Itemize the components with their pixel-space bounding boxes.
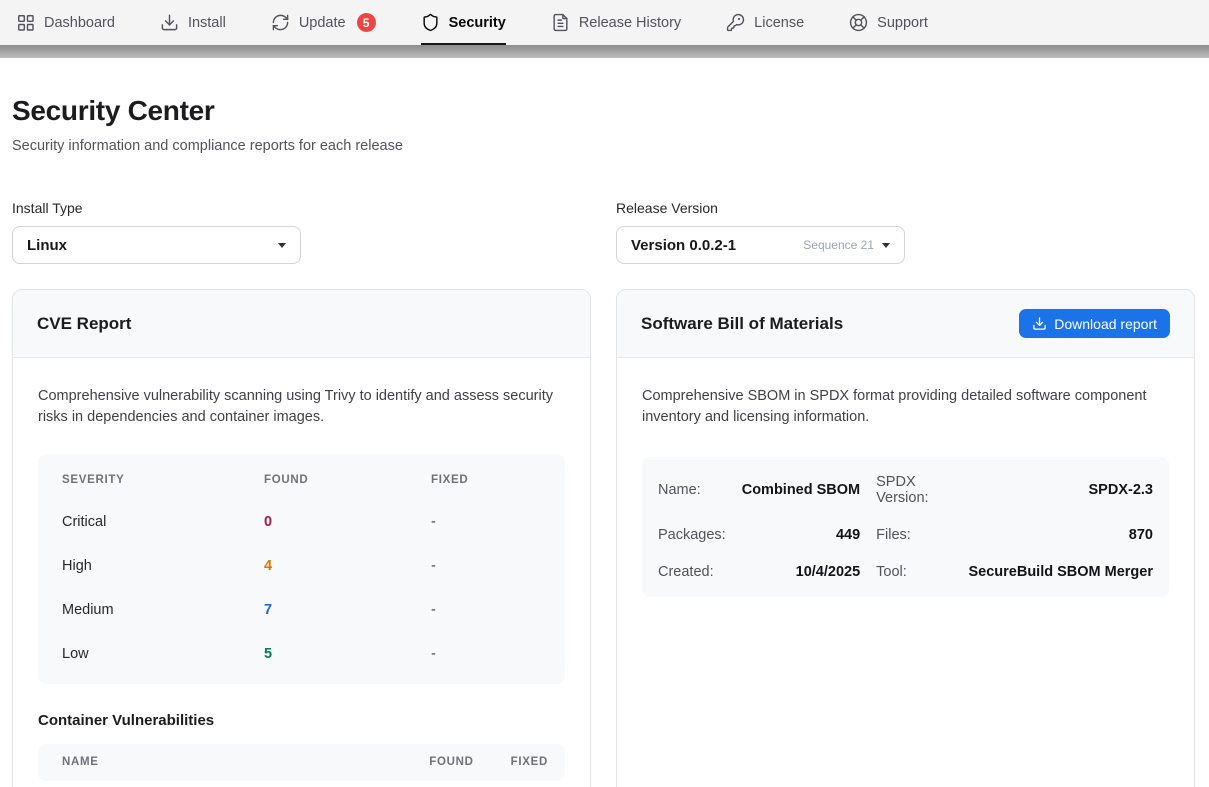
download-report-button[interactable]: Download report [1019,309,1170,338]
sbom-detail-value: SecureBuild SBOM Merger [968,564,1153,580]
release-version-value: Version 0.0.2-1 [631,237,736,254]
column-header-fixed: Fixed [511,756,548,768]
nav-item-support[interactable]: Support [849,0,928,45]
install-type-filter: Install Type Linux [12,200,591,264]
page-title: Security Center [12,95,1195,127]
cve-report-card: CVE Report Comprehensive vulnerability s… [12,289,591,787]
sbom-details-panel: Name: Combined SBOM SPDX Version: SPDX-2… [642,457,1169,597]
nav-label: Release History [579,15,681,31]
sbom-detail-label: SPDX Version: [876,474,952,506]
chevron-down-icon [278,243,286,248]
nav-item-release-history[interactable]: Release History [551,0,681,45]
dashboard-grid-icon [16,13,35,32]
severity-row-critical: Critical 0 - [38,500,565,544]
found-count: 5 [264,646,431,662]
fixed-count: - [431,558,541,574]
life-buoy-icon [849,13,868,32]
severity-table-header: Severity Found Fixed [38,460,565,500]
column-header-name: Name [62,756,392,768]
cve-report-header: CVE Report [13,290,590,358]
column-header-fixed: Fixed [431,474,541,486]
nav-label: License [754,15,804,31]
sbom-detail-label: Files: [876,527,952,543]
filters-row: Install Type Linux Release Version Versi… [12,200,1195,264]
container-vulnerabilities-title: Container Vulnerabilities [38,712,565,729]
found-count: 4 [264,558,431,574]
download-icon [160,13,179,32]
update-count-badge: 5 [357,13,376,32]
chevron-down-icon [882,243,890,248]
sbom-detail-value: Combined SBOM [742,482,860,498]
nav-label: Security [449,15,506,31]
found-count: 0 [264,514,431,530]
nav-label: Support [877,15,928,31]
severity-row-high: High 4 - [38,544,565,588]
nav-item-install[interactable]: Install [160,0,226,45]
found-count: 7 [264,602,431,618]
sbom-detail-value: 449 [742,527,860,543]
sbom-detail-value: SPDX-2.3 [968,482,1153,498]
severity-row-low: Low 5 - [38,632,565,676]
page-subtitle: Security information and compliance repo… [12,138,1195,154]
nav-label: Dashboard [44,15,115,31]
fixed-count: - [431,602,541,618]
download-report-label: Download report [1054,316,1157,332]
cve-report-body: Comprehensive vulnerability scanning usi… [13,358,590,787]
install-type-value: Linux [27,237,67,254]
release-sequence-label: Sequence 21 [803,238,874,252]
nav-label: Install [188,15,226,31]
shield-icon [421,13,440,32]
sbom-detail-value: 10/4/2025 [742,564,860,580]
release-version-select[interactable]: Version 0.0.2-1 Sequence 21 [616,226,905,264]
severity-label: High [62,558,264,574]
install-type-label: Install Type [12,200,591,216]
sbom-card: Software Bill of Materials Download repo… [616,289,1195,787]
download-icon [1032,316,1047,331]
report-cards-row: CVE Report Comprehensive vulnerability s… [12,289,1195,787]
key-icon [726,13,745,32]
top-navigation: Dashboard Install Update 5 Security Rele… [0,0,1209,45]
severity-row-medium: Medium 7 - [38,588,565,632]
nav-item-update[interactable]: Update 5 [271,0,376,45]
sbom-detail-label: Tool: [876,564,952,580]
window-divider [0,45,1209,58]
sbom-title: Software Bill of Materials [641,314,843,334]
severity-label: Medium [62,602,264,618]
sbom-detail-label: Created: [658,564,726,580]
security-center-page: Security Center Security information and… [0,95,1209,787]
fixed-count: - [431,514,541,530]
cve-report-description: Comprehensive vulnerability scanning usi… [38,386,565,429]
fixed-count: - [431,646,541,662]
sbom-detail-value: 870 [968,527,1153,543]
cve-report-title: CVE Report [37,314,131,334]
nav-label: Update [299,15,346,31]
column-header-found: Found [264,474,431,486]
sbom-detail-label: Name: [658,482,726,498]
severity-table: Severity Found Fixed Critical 0 - High 4… [38,454,565,684]
release-version-filter: Release Version Version 0.0.2-1 Sequence… [616,200,1195,264]
column-header-found: Found [429,756,473,768]
sbom-detail-label: Packages: [658,527,726,543]
severity-label: Low [62,646,264,662]
severity-label: Critical [62,514,264,530]
file-text-icon [551,13,570,32]
sbom-header: Software Bill of Materials Download repo… [617,290,1194,358]
nav-item-security[interactable]: Security [421,0,506,45]
sbom-description: Comprehensive SBOM in SPDX format provid… [642,386,1169,429]
nav-item-license[interactable]: License [726,0,804,45]
install-type-select[interactable]: Linux [12,226,301,264]
nav-item-dashboard[interactable]: Dashboard [16,0,115,45]
refresh-icon [271,13,290,32]
column-header-severity: Severity [62,474,264,486]
sbom-body: Comprehensive SBOM in SPDX format provid… [617,358,1194,625]
release-version-label: Release Version [616,200,1195,216]
container-vulnerabilities-table-header: Name Found Fixed [38,744,565,781]
